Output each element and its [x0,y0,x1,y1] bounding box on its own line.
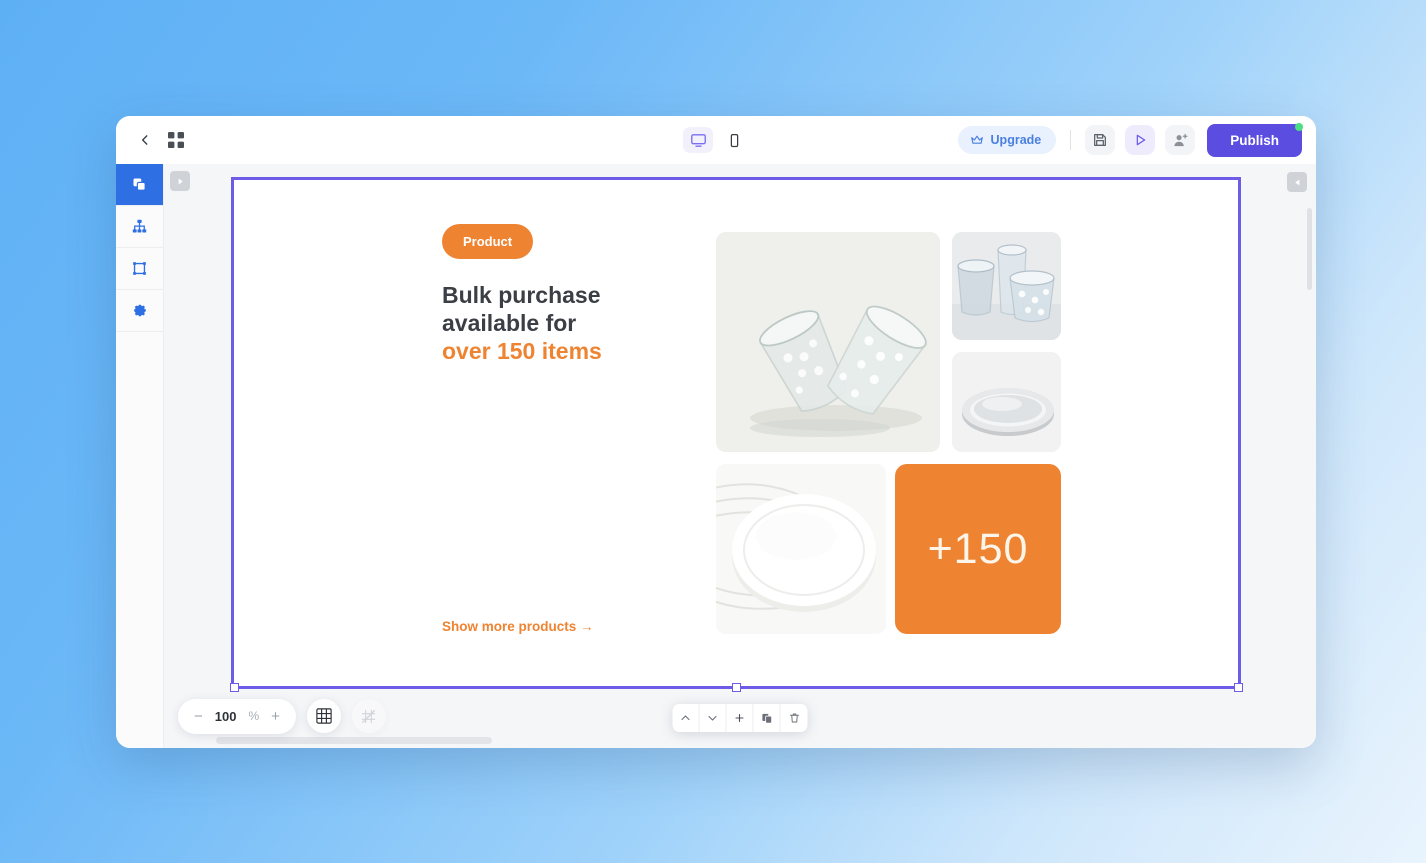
snap-toggle-button[interactable] [351,699,386,733]
image-drinking-glasses-large[interactable] [716,232,940,452]
zoom-out-button[interactable]: − [194,708,203,725]
headline-line-2: available for [442,310,577,337]
zoom-value: 100 [214,708,237,724]
grid-toggle-button[interactable] [306,699,341,733]
image-silver-tray[interactable] [952,352,1061,452]
expand-right-icon [178,178,183,184]
top-toolbar-left [138,132,184,148]
device-switcher [683,127,749,153]
layers-icon [133,178,146,191]
hero-headline: Bulk purchase available for over 150 ite… [442,281,692,365]
play-preview-icon [1136,134,1146,146]
chevron-down-icon [708,715,717,721]
image-white-plates[interactable] [716,464,886,634]
save-button[interactable] [1085,125,1116,155]
selected-section[interactable]: Product Bulk purchase available for over… [230,177,1243,692]
add-section-button[interactable] [727,704,754,732]
plus-icon [735,713,744,723]
monitor-icon [690,133,706,147]
duplicate-button[interactable] [754,704,781,732]
device-desktop-button[interactable] [683,127,713,153]
sitemap-icon [132,219,147,233]
back-button[interactable] [138,133,152,147]
app-body: Product Bulk purchase available for over… [116,164,1316,748]
crown-icon [970,135,983,144]
hero-text-column: Product Bulk purchase available for over… [442,224,692,686]
white-plates-illustration [716,464,886,634]
grid-apps-icon [168,132,184,148]
product-image-grid: +150 [716,224,1061,686]
resize-handle-bottom-right[interactable] [1234,683,1243,692]
publish-label: Publish [1230,132,1279,148]
silver-tray-illustration [952,352,1061,452]
chevron-left-icon [141,135,148,145]
sidebar-item-layers[interactable] [116,164,163,206]
move-up-button[interactable] [673,704,700,732]
sidebar-item-sitemap[interactable] [116,206,163,248]
left-sidebar [116,164,164,748]
collapse-left-icon [1294,179,1299,185]
delete-button[interactable] [781,704,808,732]
invite-collaborator-button[interactable] [1165,125,1196,155]
sidebar-item-frame[interactable] [116,248,163,290]
right-panel-toggle[interactable] [1287,172,1307,192]
gear-icon [133,304,146,316]
trash-icon [789,713,799,723]
add-user-icon [1174,133,1188,146]
element-actions-toolbar [672,704,808,732]
show-more-products-link[interactable]: Show more products → [442,619,692,634]
left-panel-toggle[interactable] [170,171,190,191]
more-items-count-tile[interactable]: +150 [895,464,1061,634]
snap-off-icon [362,709,376,723]
sidebar-item-settings[interactable] [116,290,163,332]
zoom-control: − 100 % + [178,698,296,734]
upgrade-label: Upgrade [990,133,1042,147]
app-window: Upgrade Publish Product Bulk purchase av… [116,116,1316,748]
publish-button[interactable]: Publish [1207,122,1303,157]
top-toolbar-right: Upgrade Publish [957,122,1303,157]
frame-crop-icon [133,262,146,275]
resize-handle-bottom-center[interactable] [732,683,741,692]
duplicate-icon [761,713,772,724]
hero-block: Product Bulk purchase available for over… [234,180,1238,686]
headline-line-1: Bulk purchase [442,282,601,308]
canvas-vertical-scrollbar[interactable] [1307,208,1312,290]
toolbar-divider [1070,130,1072,150]
zoom-in-button[interactable]: + [271,708,280,725]
headline-accent-line: over 150 items [442,338,602,365]
publish-notification-dot [1295,122,1303,131]
upgrade-button[interactable]: Upgrade [957,126,1057,154]
floppy-save-icon [1094,134,1107,146]
water-glasses-illustration [952,232,1061,340]
drinking-glasses-illustration [716,232,940,452]
move-down-button[interactable] [700,704,727,732]
image-water-glasses[interactable] [952,232,1061,340]
apps-grid-button[interactable] [168,132,184,148]
product-badge: Product [442,224,534,259]
canvas-area[interactable]: Product Bulk purchase available for over… [164,164,1316,748]
grid-toggle-icon [316,708,332,724]
canvas-horizontal-scrollbar[interactable] [216,737,492,744]
device-mobile-button[interactable] [719,127,749,153]
chevron-up-icon [681,715,690,721]
top-toolbar: Upgrade Publish [116,116,1316,164]
mobile-phone-icon [730,133,738,147]
zoom-unit: % [248,709,260,723]
preview-button[interactable] [1125,125,1156,155]
resize-handle-bottom-left[interactable] [230,683,239,692]
